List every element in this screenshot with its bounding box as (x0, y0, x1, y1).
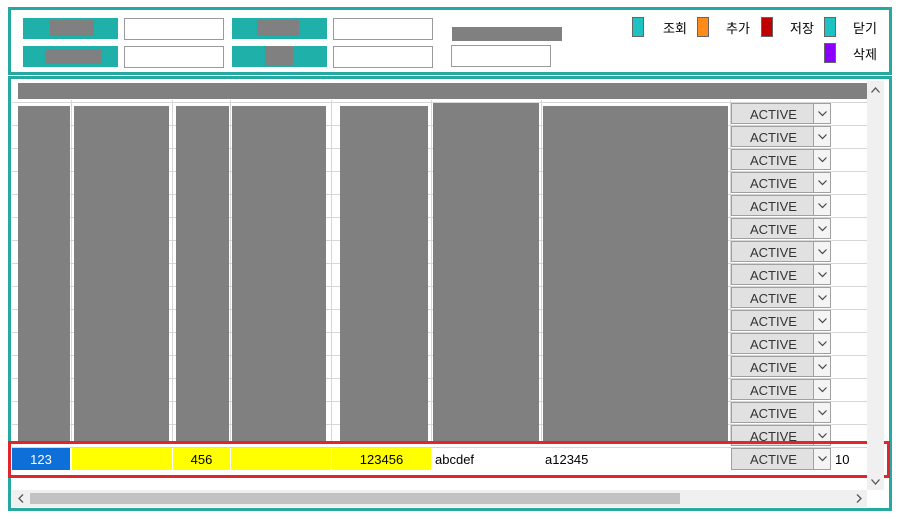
status-value: ACTIVE (750, 406, 797, 421)
status-value: ACTIVE (750, 314, 797, 329)
filter-input-3[interactable] (333, 18, 433, 40)
delete-button[interactable]: 삭제 (824, 42, 877, 64)
status-value: ACTIVE (750, 245, 797, 260)
filter-input-5[interactable] (451, 45, 551, 67)
redacted-column-7 (543, 106, 728, 442)
redacted-column-3 (176, 106, 229, 442)
grid-header (18, 83, 867, 99)
status-value: ACTIVE (750, 130, 797, 145)
status-dropdown[interactable]: ACTIVE (731, 310, 831, 331)
status-value: ACTIVE (750, 153, 797, 168)
vertical-scrollbar[interactable] (867, 81, 884, 490)
chevron-down-icon[interactable] (813, 334, 830, 353)
redacted-column-5 (340, 106, 428, 442)
add-button-label: 추가 (726, 20, 750, 36)
status-dropdown[interactable]: ACTIVE (731, 264, 831, 285)
chevron-down-icon[interactable] (813, 196, 830, 215)
status-dropdown[interactable]: ACTIVE (731, 126, 831, 147)
status-value: ACTIVE (750, 360, 797, 375)
close-button[interactable]: 닫기 (824, 16, 877, 38)
filter-input-2[interactable] (124, 46, 224, 68)
close-button-label: 닫기 (853, 20, 877, 36)
save-button[interactable]: 저장 (761, 16, 814, 38)
status-dropdown[interactable]: ACTIVE (731, 149, 831, 170)
status-value: ACTIVE (750, 222, 797, 237)
delete-color-icon (824, 43, 836, 63)
horizontal-scrollbar[interactable] (12, 490, 867, 507)
status-dropdown[interactable]: ACTIVE (731, 287, 831, 308)
status-dropdown[interactable]: ACTIVE (731, 402, 831, 423)
filter-label-5 (452, 27, 562, 41)
status-dropdown[interactable]: ACTIVE (731, 333, 831, 354)
filter-label-1 (23, 18, 118, 39)
save-color-icon (761, 17, 773, 37)
status-value: ACTIVE (750, 176, 797, 191)
chevron-down-icon[interactable] (813, 380, 830, 399)
chevron-down-icon[interactable] (813, 219, 830, 238)
redacted-column-6 (433, 103, 539, 442)
status-dropdown[interactable]: ACTIVE (731, 103, 831, 124)
scroll-left-icon[interactable] (12, 490, 29, 507)
filter-label-4 (232, 46, 327, 67)
chevron-down-icon[interactable] (813, 311, 830, 330)
chevron-down-icon[interactable] (813, 127, 830, 146)
status-dropdown[interactable]: ACTIVE (731, 172, 831, 193)
status-dropdown[interactable]: ACTIVE (731, 195, 831, 216)
chevron-down-icon[interactable] (813, 265, 830, 284)
status-dropdown[interactable]: ACTIVE (731, 241, 831, 262)
selected-row-highlight (8, 441, 890, 478)
redacted-column-1 (18, 106, 70, 442)
status-value: ACTIVE (750, 291, 797, 306)
add-button[interactable]: 추가 (697, 16, 750, 38)
scroll-right-icon[interactable] (850, 490, 867, 507)
status-value: ACTIVE (750, 268, 797, 283)
redacted-column-2 (74, 106, 169, 442)
status-value: ACTIVE (750, 383, 797, 398)
filter-input-4[interactable] (333, 46, 433, 68)
save-button-label: 저장 (790, 20, 814, 36)
scroll-down-icon[interactable] (867, 473, 884, 490)
close-color-icon (824, 17, 836, 37)
chevron-down-icon[interactable] (813, 242, 830, 261)
search-color-icon (632, 17, 644, 37)
chevron-down-icon[interactable] (813, 357, 830, 376)
status-value: ACTIVE (750, 199, 797, 214)
chevron-down-icon[interactable] (813, 173, 830, 192)
chevron-down-icon[interactable] (813, 104, 830, 123)
filter-label-3 (232, 18, 327, 39)
chevron-down-icon[interactable] (813, 403, 830, 422)
filter-input-1[interactable] (124, 18, 224, 40)
status-value: ACTIVE (750, 107, 797, 122)
status-dropdown[interactable]: ACTIVE (731, 379, 831, 400)
search-button[interactable]: 조회 (632, 16, 687, 38)
redacted-column-4 (232, 106, 326, 442)
status-value: ACTIVE (750, 337, 797, 352)
horizontal-scroll-thumb[interactable] (30, 493, 680, 504)
status-dropdown[interactable]: ACTIVE (731, 356, 831, 377)
chevron-down-icon[interactable] (813, 288, 830, 307)
add-color-icon (697, 17, 709, 37)
delete-button-label: 삭제 (853, 46, 877, 62)
chevron-down-icon[interactable] (813, 150, 830, 169)
search-button-label: 조회 (663, 20, 687, 36)
status-dropdown[interactable]: ACTIVE (731, 218, 831, 239)
scroll-up-icon[interactable] (867, 81, 884, 98)
filter-label-2 (23, 46, 118, 67)
